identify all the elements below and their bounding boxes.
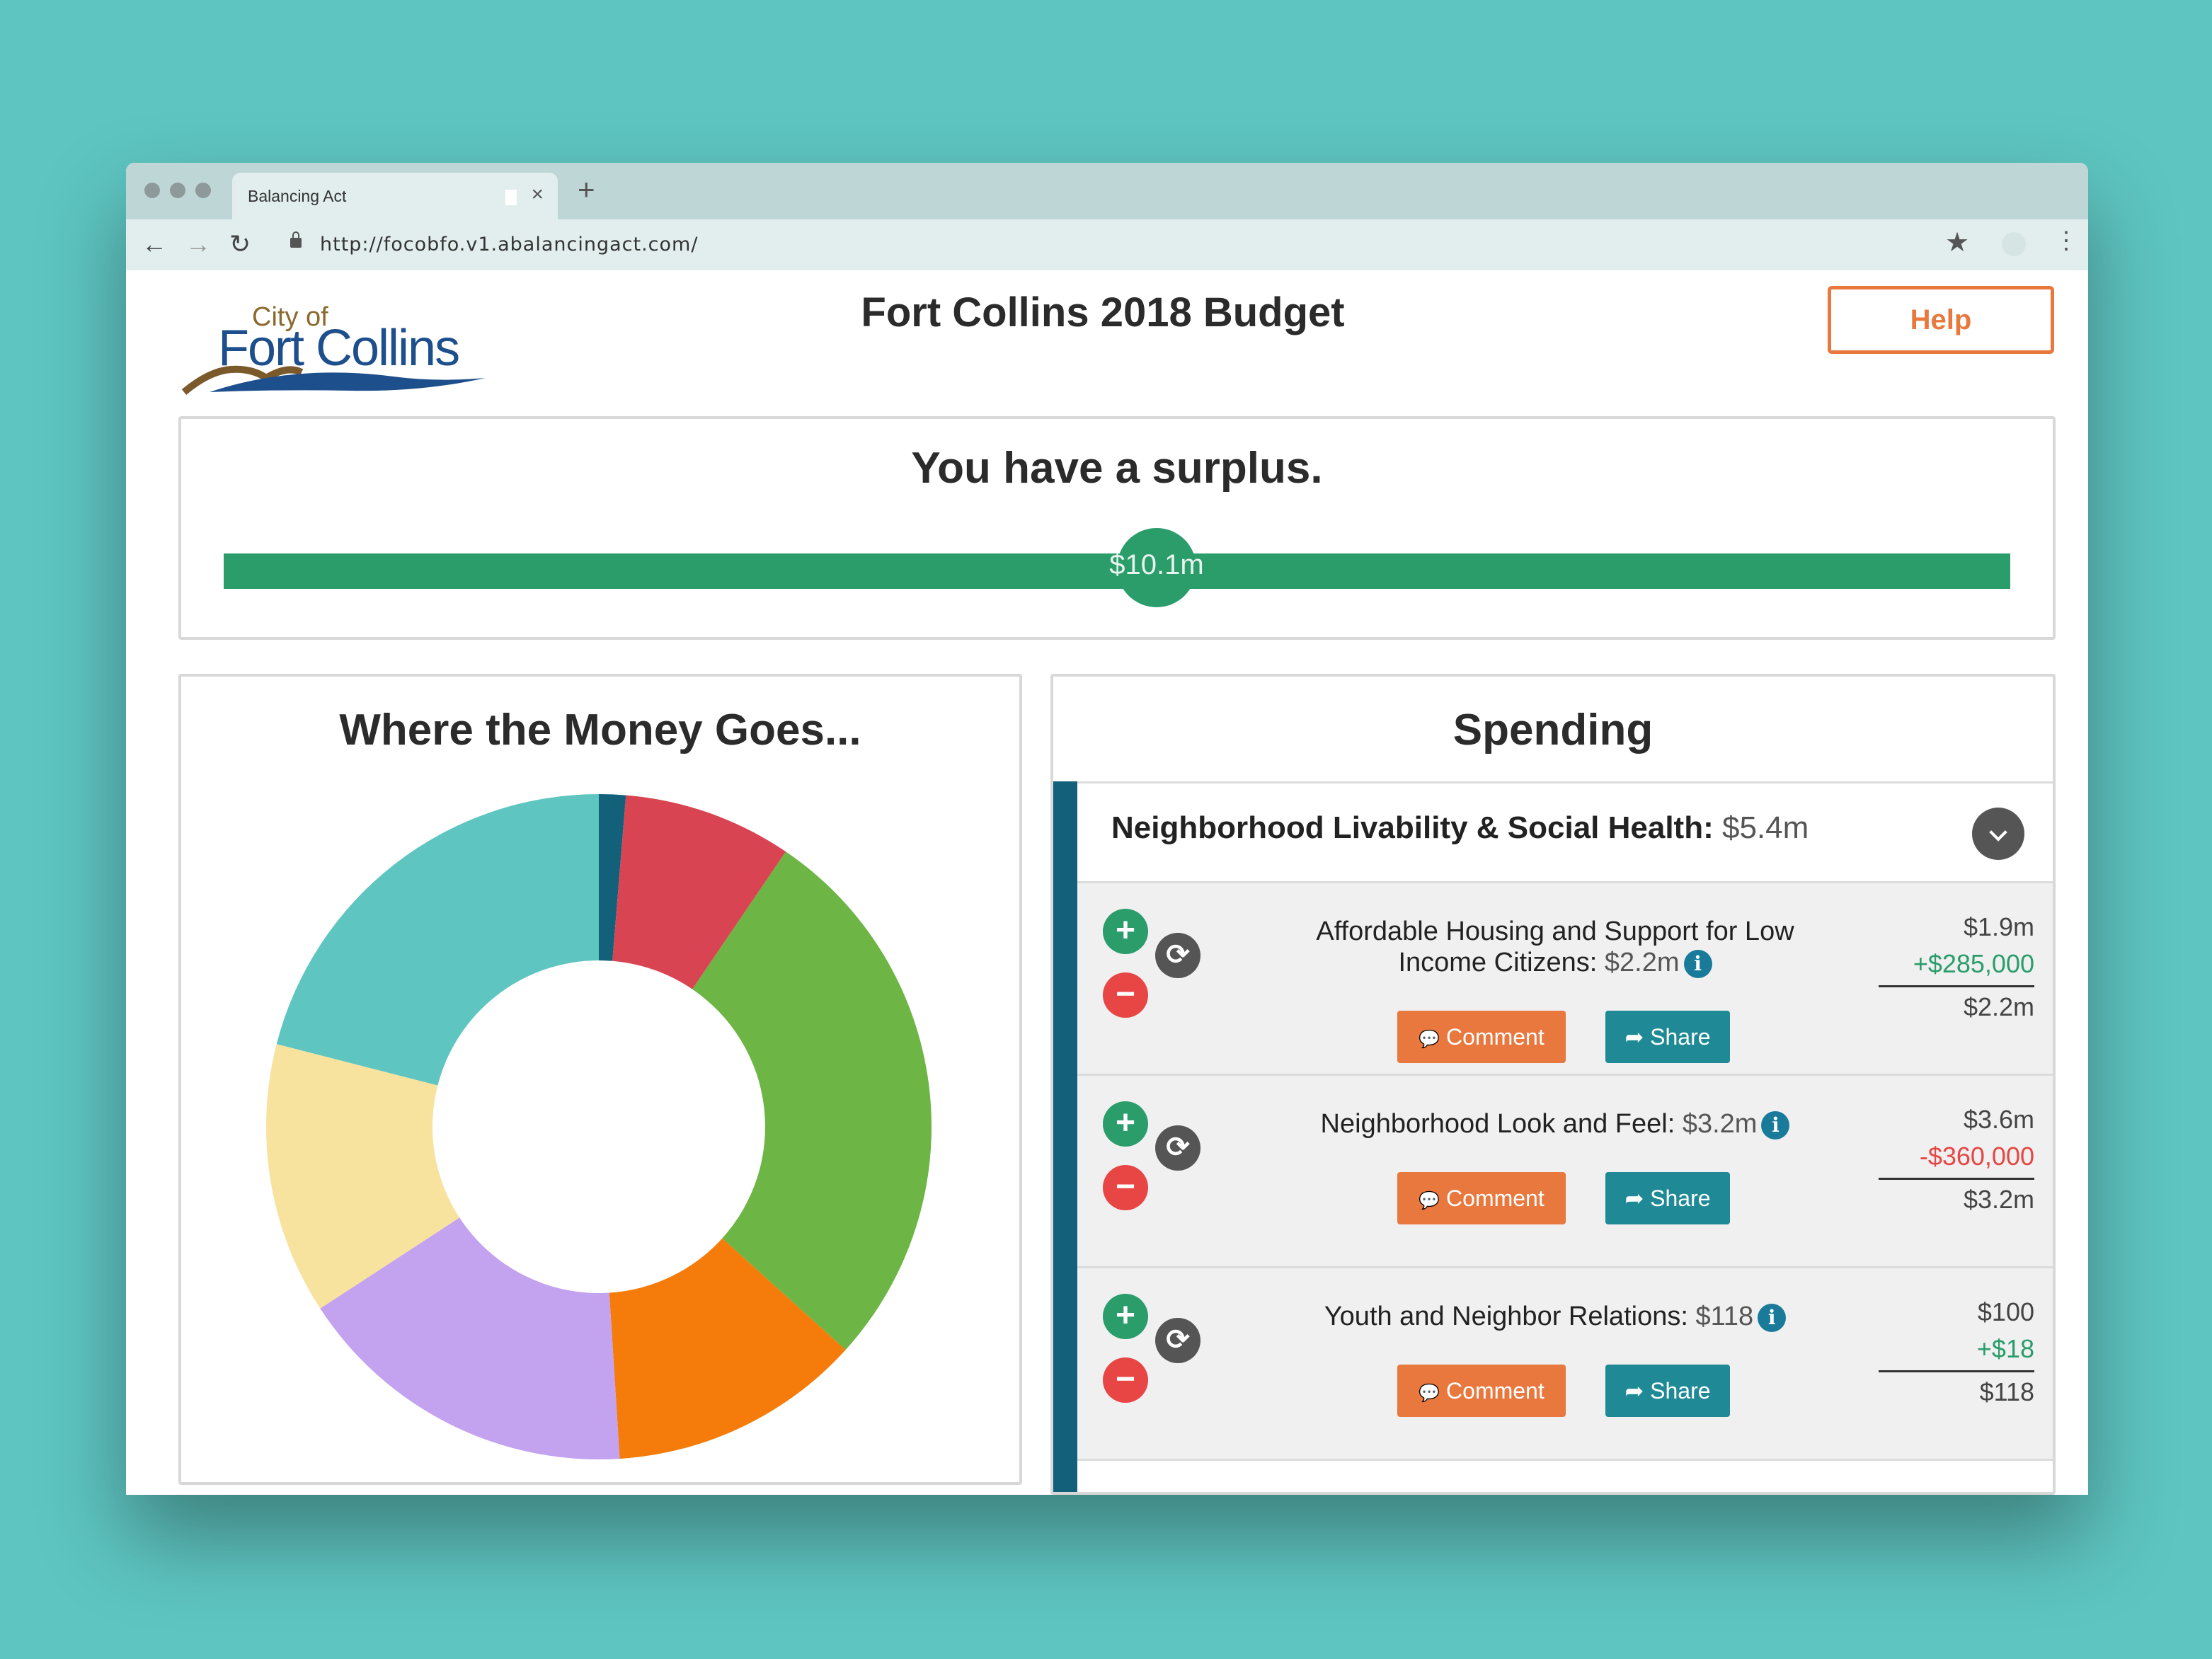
page-content: City of Fort Collins Fort Collins 2018 B… [126,270,2088,1495]
comment-label: Comment [1446,1378,1545,1403]
spending-panel: Spending Neighborhood Livability & Socia… [1050,674,2056,1495]
tab-title: Balancing Act [248,187,347,205]
reset-icon[interactable]: ⟳ [1155,1125,1200,1171]
comment-button[interactable]: 💬 Comment [1397,1365,1566,1417]
browser-menu-icon[interactable]: ⋮ [2054,226,2078,255]
url-field[interactable]: http://focobfo.v1.abalancingact.com/ [320,234,698,256]
forward-icon[interactable]: → [185,229,211,259]
item-title: Neighborhood Look and Feel: $3.2m i [1268,1108,1842,1140]
reload-icon[interactable]: ↻ [229,229,251,259]
share-label: Share [1650,1186,1711,1211]
category-header[interactable]: Neighborhood Livability & Social Health:… [1053,781,2053,883]
address-bar: ← → ↻ http://focobfo.v1.abalancingact.co… [126,219,2088,271]
comment-label: Comment [1446,1024,1545,1050]
chart-title: Where the Money Goes... [339,706,861,754]
decrease-button[interactable]: − [1103,972,1148,1018]
tab-indicator [505,190,517,205]
category-name: Neighborhood Livability & Social Health:… [1111,810,1809,846]
share-icon: ➦ [1624,1186,1644,1211]
item-title: Affordable Housing and Support for Low I… [1268,916,1842,978]
money-chart-panel: Where the Money Goes... [178,674,1022,1485]
item-total-value: $2.2m [1879,985,2034,1026]
item-label: Neighborhood Look and Feel: [1320,1109,1675,1139]
item-change-value: +$285,000 [1913,949,2034,978]
budget-item: + ⟳ − Affordable Housing and Support for… [1077,883,2053,1076]
share-label: Share [1650,1024,1711,1050]
item-values: $100 +$18 $118 [1879,1294,2034,1411]
new-tab-button[interactable]: + [578,173,595,207]
window-maximize-dot[interactable] [195,183,211,198]
surplus-panel: You have a surplus. $10.1m [178,416,2056,640]
share-button[interactable]: ➦ Share [1605,1011,1730,1063]
spending-title: Spending [1452,706,1654,754]
item-amount: $2.2m [1604,948,1680,977]
donut-slice-6[interactable] [276,794,599,1086]
window-close-dot[interactable] [144,183,160,198]
info-icon[interactable]: i [1683,949,1712,978]
reset-icon[interactable]: ⟳ [1155,933,1200,978]
share-icon: ➦ [1624,1378,1644,1403]
profile-icon[interactable] [2002,232,2026,256]
budget-item: + ⟳ − Youth and Neighbor Relations: $118… [1077,1268,2053,1461]
category-label: Neighborhood Livability & Social Health: [1111,810,1714,845]
item-base-value: $100 [1977,1297,2034,1326]
item-total-value: $3.2m [1879,1178,2034,1218]
category-amount: $5.4m [1721,810,1809,845]
item-title: Youth and Neighbor Relations: $118 i [1268,1301,1842,1332]
logo-fort-collins: Fort Collins [218,320,459,377]
info-icon[interactable]: i [1761,1110,1790,1140]
share-button[interactable]: ➦ Share [1605,1172,1730,1224]
info-icon[interactable]: i [1758,1303,1787,1332]
city-logo: City of Fort Collins [181,302,486,395]
tab-bar: Balancing Act × + [126,163,2088,219]
window-minimize-dot[interactable] [170,183,185,198]
increase-button[interactable]: + [1103,1294,1148,1339]
budget-item: + ⟳ − Neighborhood Look and Feel: $3.2m i… [1077,1076,2053,1268]
donut-chart [266,794,932,1459]
reset-icon[interactable]: ⟳ [1155,1318,1200,1363]
chevron-down-icon[interactable] [1972,808,2024,860]
share-icon: ➦ [1624,1024,1644,1050]
item-change-value: -$360,000 [1919,1142,2034,1171]
item-amount: $3.2m [1682,1109,1758,1139]
item-amount: $118 [1695,1302,1754,1331]
decrease-button[interactable]: − [1103,1357,1148,1403]
comment-label: Comment [1446,1186,1545,1211]
increase-button[interactable]: + [1103,909,1148,954]
comment-icon: 💬 [1419,1384,1440,1403]
browser-window: Balancing Act × + ← → ↻ http://focobfo.v… [126,163,2088,1495]
tab-close-icon[interactable]: × [531,183,544,207]
item-label: Youth and Neighbor Relations: [1324,1302,1688,1331]
category-color-stripe [1053,781,1077,1492]
surplus-message: You have a surplus. [911,444,1323,493]
item-base-value: $3.6m [1963,1105,2034,1134]
comment-icon: 💬 [1419,1191,1440,1210]
item-label: Affordable Housing and Support for Low I… [1316,917,1794,977]
help-button[interactable]: Help [1828,286,2054,354]
bookmark-star-icon[interactable]: ★ [1945,226,1969,258]
page-title: Fort Collins 2018 Budget [861,289,1345,335]
increase-button[interactable]: + [1103,1101,1148,1147]
surplus-amount: $10.1m [1109,549,1204,580]
item-base-value: $1.9m [1963,912,2034,941]
back-icon[interactable]: ← [142,229,167,259]
decrease-button[interactable]: − [1103,1165,1148,1210]
comment-button[interactable]: 💬 Comment [1397,1011,1566,1063]
item-values: $1.9m +$285,000 $2.2m [1879,909,2034,1026]
share-button[interactable]: ➦ Share [1605,1365,1730,1417]
comment-button[interactable]: 💬 Comment [1397,1172,1566,1224]
lock-icon [290,231,302,248]
item-change-value: +$18 [1976,1334,2034,1363]
browser-tab[interactable]: Balancing Act × [232,173,558,219]
item-values: $3.6m -$360,000 $3.2m [1879,1101,2034,1218]
comment-icon: 💬 [1419,1030,1440,1049]
item-total-value: $118 [1879,1370,2034,1411]
share-label: Share [1650,1378,1711,1403]
